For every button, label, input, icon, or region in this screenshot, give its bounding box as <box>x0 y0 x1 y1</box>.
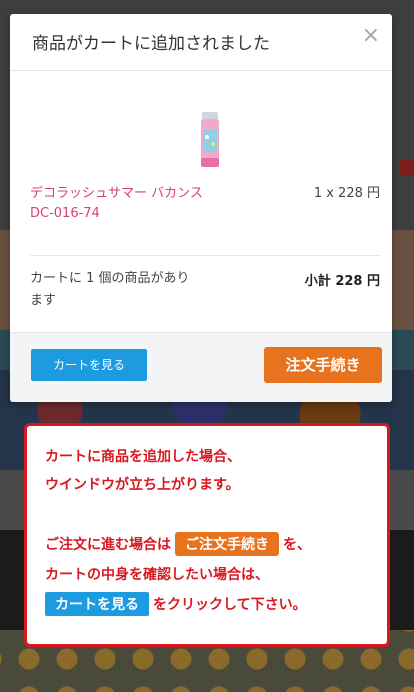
callout-line-1: カートに商品を追加した場合、 <box>45 449 241 465</box>
product-name-link[interactable]: デコラッシュサマー バカンス <box>30 182 203 201</box>
callout-line-3: ご注文に進む場合は ご注文手続き を、 <box>45 532 311 556</box>
callout-line-4: カートの中身を確認したい場合は、 <box>45 567 269 583</box>
callout-line-3-suffix: を、 <box>283 537 311 553</box>
callout-view-cart-badge: カートを見る <box>45 592 149 616</box>
callout-checkout-badge: ご注文手続き <box>175 532 279 556</box>
callout-line-5-suffix: をクリックして下さい。 <box>153 597 307 613</box>
callout-line-2: ウインドウが立ち上がります。 <box>45 477 240 493</box>
callout-line-3-prefix: ご注文に進む場合は <box>45 537 171 553</box>
cart-summary-text: カートに 1 個の商品があります <box>30 271 190 308</box>
subtotal: 小計 228 円 <box>304 274 380 289</box>
bg-accent <box>400 160 414 176</box>
divider <box>30 255 380 256</box>
modal-title: 商品がカートに追加されました <box>32 34 270 54</box>
close-icon[interactable]: × <box>362 24 380 48</box>
product-quantity-price: 1 x 228 円 <box>313 186 380 201</box>
checkout-button[interactable]: 注文手続き <box>264 347 382 383</box>
cart-added-modal: 商品がカートに追加されました × デコラッシュサマー バカンス DC-016-7… <box>10 14 392 402</box>
instruction-callout: カートに商品を追加した場合、 ウインドウが立ち上がります。 ご注文に進む場合はご… <box>24 423 390 647</box>
view-cart-button[interactable]: カートを見る <box>31 349 147 381</box>
callout-line-5: カートを見る をクリックして下さい。 <box>45 592 307 616</box>
product-code-link[interactable]: DC-016-74 <box>30 206 100 221</box>
modal-footer: カートを見る 注文手続き <box>10 332 392 402</box>
product-image <box>201 112 219 167</box>
modal-header: 商品がカートに追加されました × <box>10 14 392 71</box>
